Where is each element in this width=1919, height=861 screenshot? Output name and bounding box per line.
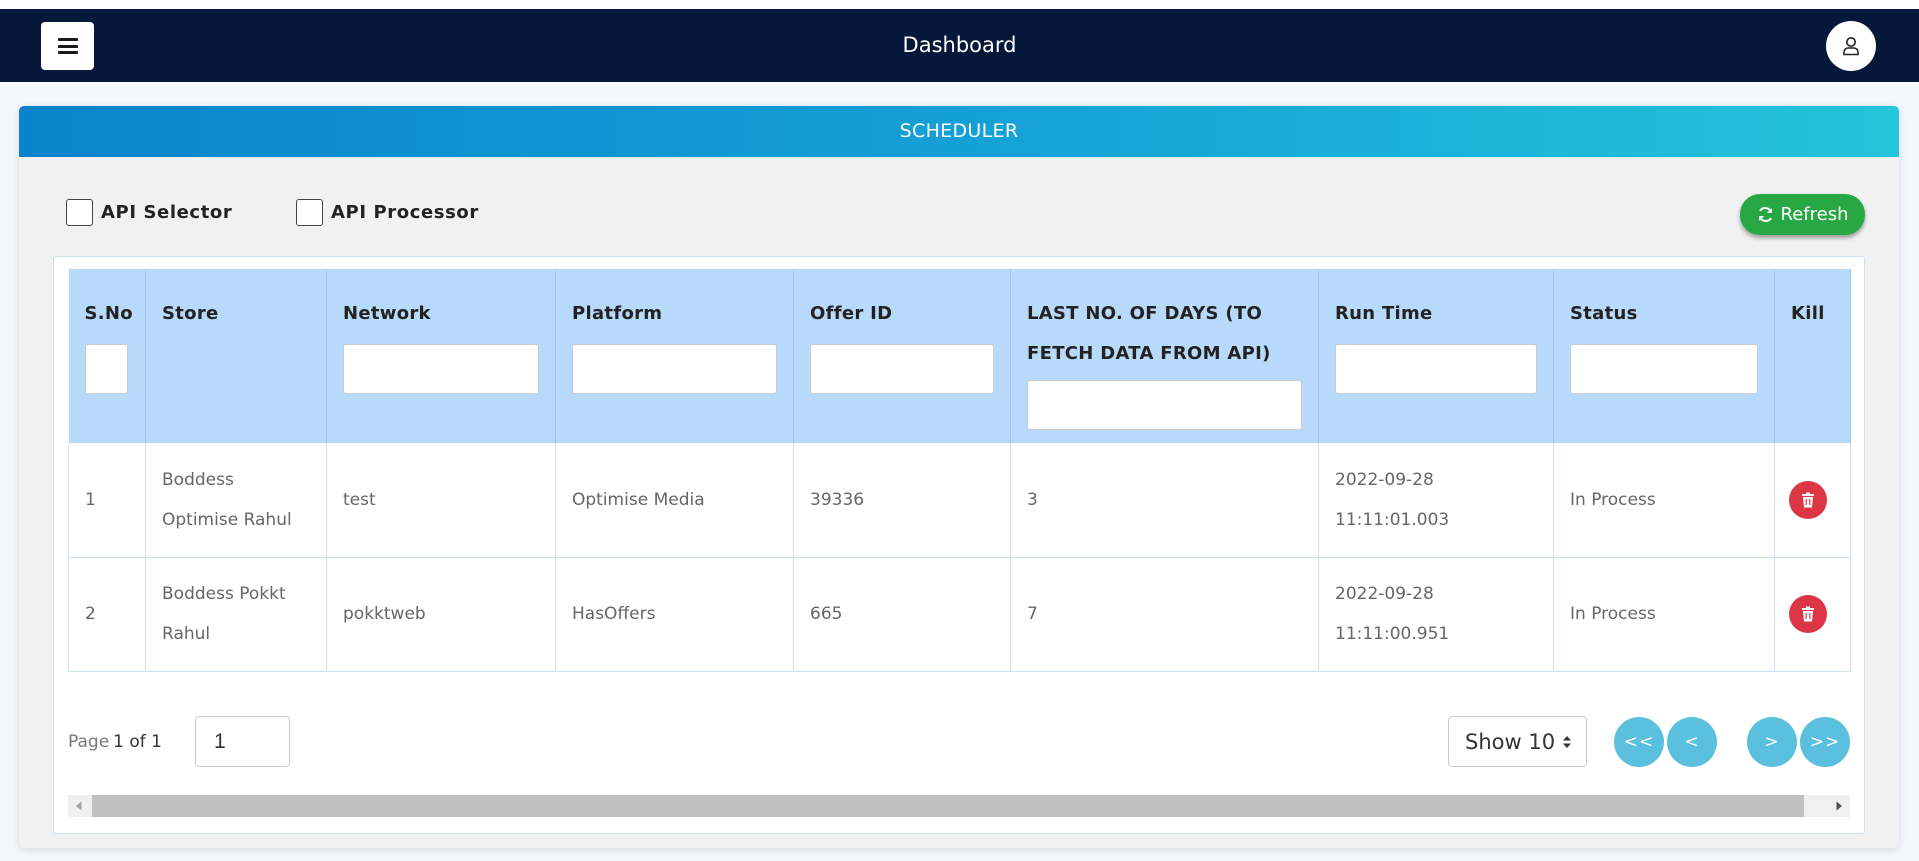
cell-status: In Process — [1553, 443, 1775, 558]
cell-store: Boddess Pokkt Rahul — [145, 557, 327, 672]
kill-button[interactable] — [1789, 595, 1827, 633]
cell-offer-id: 665 — [793, 557, 1011, 672]
refresh-label: Refresh — [1780, 204, 1849, 225]
scroll-left-arrow-icon[interactable] — [68, 795, 90, 817]
api-processor-checkbox[interactable]: API Processor — [296, 199, 479, 226]
cell-offer-id: 39336 — [793, 443, 1011, 558]
api-selector-checkbox[interactable]: API Selector — [66, 199, 232, 226]
user-avatar-button[interactable] — [1826, 21, 1876, 71]
cell-network: test — [326, 443, 556, 558]
filter-run-time-input[interactable] — [1335, 344, 1537, 394]
filter-platform-input[interactable] — [572, 344, 777, 394]
cell-days: 3 — [1010, 443, 1319, 558]
cell-sno: 2 — [68, 557, 146, 672]
column-header-sno: S.No — [68, 269, 146, 443]
page-title: Dashboard — [902, 33, 1017, 57]
trash-icon — [1802, 606, 1814, 622]
filter-offer-id-input[interactable] — [810, 344, 994, 394]
page-word: Page — [68, 731, 110, 752]
page-current: 1 of 1 — [113, 731, 162, 752]
column-header-store: Store — [145, 269, 327, 443]
filter-sno-input[interactable] — [84, 344, 128, 394]
first-page-button[interactable]: << — [1614, 717, 1664, 767]
page-indicator: Page 1 of 1 — [68, 716, 166, 767]
table-header-row: S.No Store Network Platform Offer ID LAS… — [68, 269, 1851, 443]
column-header-status: Status — [1553, 269, 1775, 443]
cell-network: pokktweb — [326, 557, 556, 672]
filter-status-input[interactable] — [1570, 344, 1758, 394]
user-icon — [1843, 37, 1859, 56]
scheduler-table: S.No Store Network Platform Offer ID LAS… — [68, 269, 1851, 672]
checkbox-box[interactable] — [66, 199, 93, 226]
kill-button[interactable] — [1789, 480, 1827, 519]
next-page-button[interactable]: > — [1747, 717, 1797, 767]
column-header-platform: Platform — [555, 269, 794, 443]
refresh-button[interactable]: Refresh — [1740, 194, 1865, 235]
api-selector-label: API Selector — [101, 202, 233, 223]
table-row: 2 Boddess Pokkt Rahul pokktweb HasOffers… — [68, 557, 1851, 672]
trash-icon — [1802, 492, 1814, 508]
cell-run-time: 2022-09-28 11:11:00.951 — [1318, 557, 1554, 672]
last-page-button[interactable]: >> — [1800, 717, 1850, 767]
scroll-right-arrow-icon[interactable] — [1828, 795, 1850, 817]
checkbox-box[interactable] — [296, 199, 323, 226]
cell-days: 7 — [1010, 557, 1319, 672]
navbar: Dashboard — [0, 9, 1919, 82]
scrollbar-thumb[interactable] — [92, 795, 1804, 817]
column-header-last-days: LAST NO. OF DAYS (TO FETCH DATA FROM API… — [1010, 269, 1319, 443]
cell-kill — [1774, 557, 1851, 672]
cell-store: Boddess Optimise Rahul — [145, 443, 327, 558]
page-size-select[interactable]: Show 10 — [1448, 716, 1587, 767]
column-header-run-time: Run Time — [1318, 269, 1554, 443]
api-processor-label: API Processor — [331, 202, 479, 223]
cell-platform: Optimise Media — [555, 443, 794, 558]
cell-sno: 1 — [68, 443, 146, 558]
hamburger-icon — [57, 38, 78, 54]
page-number-input[interactable] — [195, 716, 290, 767]
card-title: SCHEDULER — [19, 106, 1899, 157]
cell-status: In Process — [1553, 557, 1775, 672]
column-header-network: Network — [326, 269, 556, 443]
filter-last-days-input[interactable] — [1027, 380, 1302, 430]
table-row: 1 Boddess Optimise Rahul test Optimise M… — [68, 443, 1851, 558]
refresh-icon — [1758, 207, 1772, 222]
column-header-kill: Kill — [1774, 269, 1851, 443]
top-strip — [0, 0, 1919, 9]
cell-run-time: 2022-09-28 11:11:01.003 — [1318, 443, 1554, 558]
page-size-label: Show 10 — [1465, 729, 1556, 754]
cell-platform: HasOffers — [555, 557, 794, 672]
sort-arrows-icon — [1563, 736, 1571, 748]
filter-network-input[interactable] — [343, 344, 539, 394]
horizontal-scrollbar[interactable] — [68, 795, 1850, 817]
column-header-offer-id: Offer ID — [793, 269, 1011, 443]
menu-button[interactable] — [41, 22, 94, 70]
prev-page-button[interactable]: < — [1667, 717, 1717, 767]
cell-kill — [1774, 443, 1851, 558]
